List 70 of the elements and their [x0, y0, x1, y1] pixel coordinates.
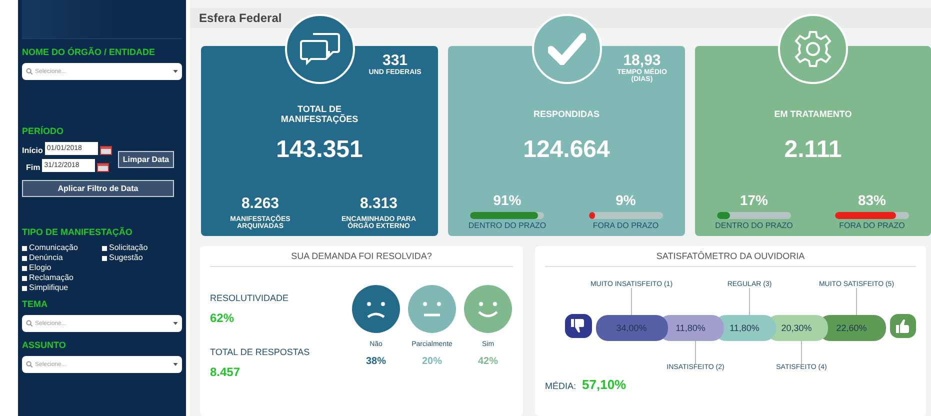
bar-reading: 9%: [616, 192, 636, 208]
section-title: ASSUNTO: [22, 340, 67, 350]
card-title: EM TRATAMENTO: [773, 108, 853, 121]
bar-reading: 83%: [858, 192, 886, 208]
apply-filter-button[interactable]: Aplicar Filtro de Data: [22, 180, 174, 197]
metric-label: TOTAL DE RESPOSTAS: [210, 347, 310, 357]
metric-value: 62%: [210, 311, 236, 325]
checkbox-label: Comunicação: [29, 243, 78, 253]
caret-icon: [173, 363, 178, 366]
bar-reading: 91%: [493, 192, 522, 208]
section-title: TEMA: [22, 299, 48, 309]
calendar-icon[interactable]: [97, 163, 110, 172]
bar-reading: 17%: [740, 192, 768, 208]
average-value: 57,10%: [582, 377, 626, 392]
face-value: 38%: [366, 356, 386, 367]
bar-label: DENTRO DO PRAZO: [715, 221, 793, 230]
thumbs-down-icon: [565, 314, 592, 338]
card-title: RESPONDIDAS: [532, 108, 600, 121]
corner-value: 18,93: [622, 52, 661, 69]
corner-value: 331: [381, 52, 409, 69]
stat-value: 8.263: [241, 195, 280, 212]
panel-title: SATISFATÔMETRO DA OUVIDORIA: [545, 251, 916, 267]
checkbox-label: Reclamação: [29, 273, 74, 283]
checkbox[interactable]: [22, 286, 27, 290]
checkmark-icon: [548, 33, 586, 65]
average-label: MÉDIA:: [545, 381, 576, 391]
search-icon: [26, 361, 33, 368]
caret-icon: [173, 70, 178, 73]
checkbox-label: Solicitação: [109, 243, 148, 253]
checkbox[interactable]: [102, 256, 107, 260]
calendar-icon[interactable]: [100, 146, 112, 155]
page-title: Esfera Federal: [199, 11, 282, 25]
meter-segment: 34,00%: [596, 315, 668, 341]
checkbox[interactable]: [22, 256, 27, 260]
checkbox[interactable]: [22, 246, 27, 250]
caret-icon: [173, 322, 178, 325]
face-value: 20%: [422, 356, 442, 367]
field-label: Fim: [26, 163, 40, 172]
checkbox[interactable]: [22, 266, 27, 270]
happy-face-icon: [464, 285, 512, 333]
section-title: PERÍODO: [22, 126, 65, 136]
bar-label: FORA DO PRAZO: [592, 221, 659, 230]
clear-date-button[interactable]: Limpar Data: [118, 150, 174, 168]
section-title: TIPO DE MANIFESTAÇÃO: [22, 227, 134, 237]
section-title: NOME DO ÓRGÃO / ENTIDADE: [22, 47, 156, 57]
stat-value: 8.313: [360, 195, 398, 212]
search-icon: [26, 68, 33, 75]
gear-icon: [793, 29, 833, 69]
checkbox-label: Denúncia: [29, 253, 63, 263]
field-label: Início: [22, 146, 43, 155]
card-value: 2.111: [784, 136, 842, 164]
card-title: TOTAL DE MANIFESTAÇÕES: [280, 103, 360, 126]
bar-label: DENTRO DO PRAZO: [468, 221, 546, 230]
checkbox[interactable]: [102, 246, 107, 250]
neutral-face-icon: [408, 285, 456, 333]
bar-label: FORA DO PRAZO: [839, 221, 905, 230]
panel-title: SUA DEMANDA FOI RESOLVIDA?: [210, 251, 513, 267]
checkbox-label: Simplifique: [29, 283, 68, 293]
face-value: 42%: [478, 356, 498, 367]
sad-face-icon: [352, 285, 400, 333]
metric-value: 8.457: [210, 365, 242, 379]
card-value: 124.664: [523, 136, 610, 164]
thumbs-up-icon: [890, 314, 916, 338]
chat-bubbles-icon: [298, 31, 340, 67]
search-icon: [26, 320, 33, 327]
metric-label: RESOLUTIVIDADE: [210, 293, 290, 303]
checkbox[interactable]: [22, 276, 27, 280]
checkbox-label: Elogio: [29, 263, 52, 273]
checkbox-label: Sugestão: [109, 253, 143, 263]
card-value: 143.351: [276, 136, 363, 164]
